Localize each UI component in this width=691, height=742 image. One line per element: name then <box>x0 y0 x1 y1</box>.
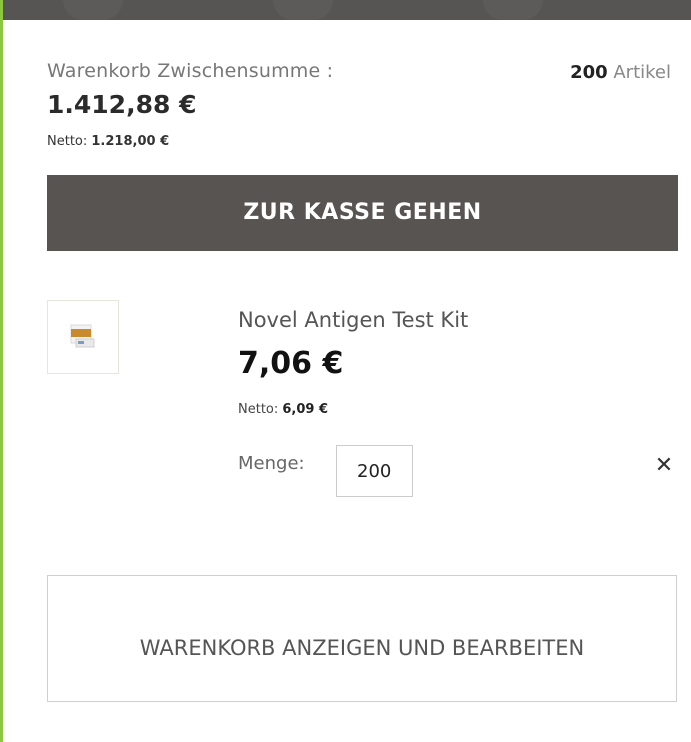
top-bar-decoration <box>63 0 123 20</box>
netto-label: Netto: <box>47 134 92 149</box>
quantity-label: Menge: <box>238 453 305 474</box>
netto-value: 1.218,00 € <box>91 134 170 149</box>
checkout-button[interactable]: ZUR KASSE GEHEN <box>47 175 678 251</box>
item-count: 200 Artikel <box>570 62 671 83</box>
close-icon[interactable]: ✕ <box>653 453 675 479</box>
top-bar <box>3 0 691 20</box>
subtotal-label: Warenkorb Zwischensumme : <box>47 60 334 82</box>
subtotal-value: 1.412,88 € <box>47 90 197 119</box>
top-bar-decoration <box>273 0 333 20</box>
product-netto-value: 6,09 € <box>282 402 329 417</box>
product-name-link[interactable]: Novel Antigen Test Kit <box>238 308 468 332</box>
product-netto-label: Netto: <box>238 402 283 417</box>
quantity-input[interactable] <box>336 445 413 497</box>
product-price: 7,06 € <box>238 346 344 381</box>
item-count-number: 200 <box>570 62 608 83</box>
mini-cart-panel: Warenkorb Zwischensumme : 200 Artikel 1.… <box>0 0 691 742</box>
product-image <box>70 324 95 348</box>
view-cart-button[interactable]: WARENKORB ANZEIGEN UND BEARBEITEN <box>47 575 677 702</box>
product-thumbnail[interactable] <box>47 300 119 374</box>
subtotal-netto: Netto: 1.218,00 € <box>47 134 169 149</box>
item-count-suffix: Artikel <box>607 62 671 83</box>
product-netto: Netto: 6,09 € <box>238 402 328 417</box>
top-bar-decoration <box>483 0 543 20</box>
